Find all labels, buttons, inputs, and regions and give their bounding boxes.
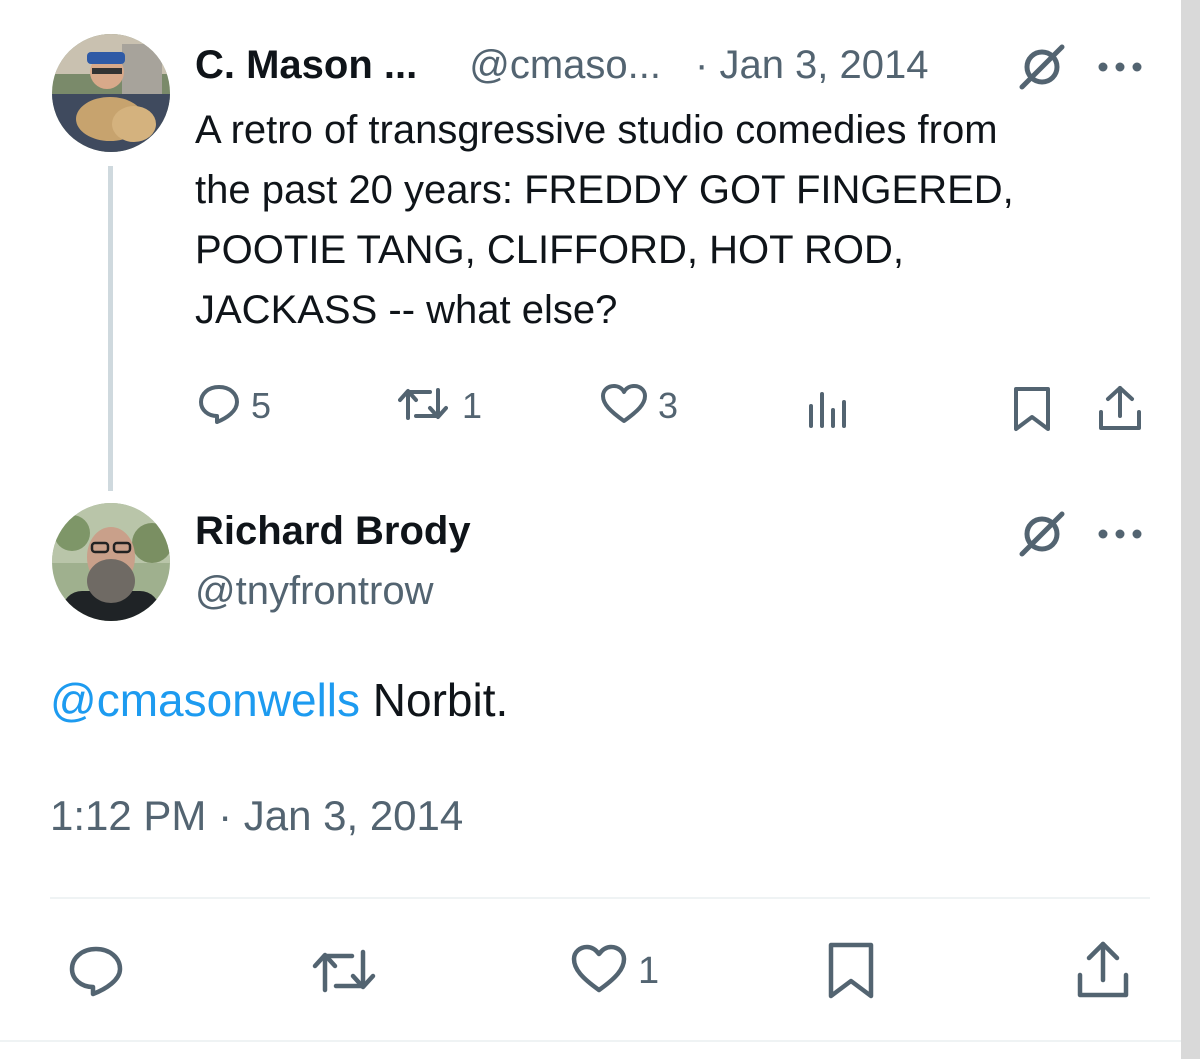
reply-icon[interactable] xyxy=(67,944,125,1003)
no-verification-icon xyxy=(1018,44,1068,95)
like-count: 1 xyxy=(638,949,660,992)
repost-icon xyxy=(398,384,448,429)
like-count: 3 xyxy=(658,385,679,426)
bookmark-icon[interactable] xyxy=(1012,386,1052,437)
bottom-divider xyxy=(0,1040,1181,1042)
mention-link[interactable]: @cmasonwells xyxy=(50,674,360,726)
like-icon xyxy=(570,943,628,1000)
parent-display-name[interactable]: C. Mason ... xyxy=(195,43,417,88)
parent-text-line: POOTIE TANG, CLIFFORD, HOT ROD, xyxy=(195,228,904,272)
repost-icon[interactable] xyxy=(312,946,376,1001)
main-tweet-body: Norbit. xyxy=(360,674,509,726)
parent-tweet-text: A retro of transgressive studio comedies… xyxy=(195,100,1155,340)
main-handle[interactable]: @tnyfrontrow xyxy=(195,566,433,616)
scrollbar-track[interactable] xyxy=(1181,0,1200,1059)
main-display-name[interactable]: Richard Brody xyxy=(195,506,471,556)
main-tweet-text: @cmasonwells Norbit. xyxy=(50,670,508,730)
share-icon[interactable] xyxy=(1097,384,1143,437)
parent-handle[interactable]: @cmaso... xyxy=(469,43,661,88)
divider xyxy=(50,897,1150,899)
main-like-button[interactable]: 1 xyxy=(570,944,659,998)
parent-text-line: A retro of transgressive studio comedies… xyxy=(195,108,998,152)
parent-like-button[interactable]: 3 xyxy=(600,383,679,430)
parent-date[interactable]: · Jan 3, 2014 xyxy=(695,43,929,88)
thread-line xyxy=(108,166,113,491)
repost-count: 1 xyxy=(462,385,483,426)
parent-reply-button[interactable]: 5 xyxy=(197,384,271,428)
parent-repost-button[interactable]: 1 xyxy=(398,384,482,428)
parent-avatar[interactable] xyxy=(52,34,170,152)
main-avatar[interactable] xyxy=(52,503,170,621)
tweet-timestamp[interactable]: 1:12 PM · Jan 3, 2014 xyxy=(50,790,463,842)
reply-icon xyxy=(197,383,241,430)
reply-count: 5 xyxy=(251,385,272,426)
more-icon[interactable] xyxy=(1097,60,1143,78)
parent-text-line: the past 20 years: FREDDY GOT FINGERED, xyxy=(195,168,1014,212)
views-icon[interactable] xyxy=(806,388,850,433)
like-icon xyxy=(600,383,648,430)
share-icon[interactable] xyxy=(1075,940,1131,1005)
more-icon[interactable] xyxy=(1097,527,1143,545)
parent-text-line: JACKASS -- what else? xyxy=(195,288,618,332)
bookmark-icon[interactable] xyxy=(826,942,876,1005)
no-verification-icon xyxy=(1018,511,1068,562)
parent-header: C. Mason ... @cmaso... · Jan 3, 2014 xyxy=(195,40,929,90)
